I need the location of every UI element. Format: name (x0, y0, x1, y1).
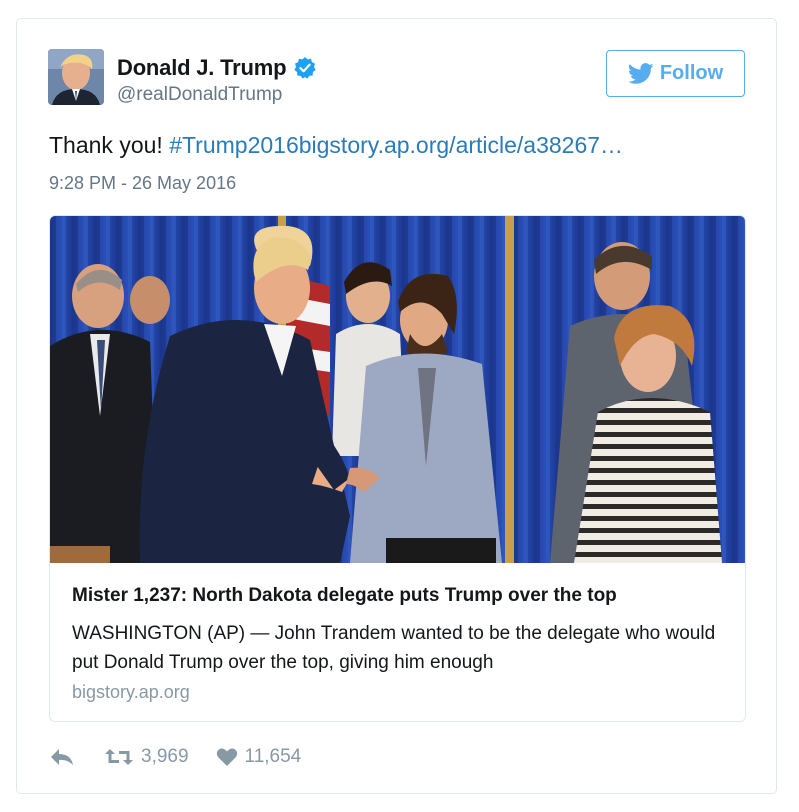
tweet-link[interactable]: #Trump2016bigstory.ap.org/article/a38267… (169, 132, 623, 158)
avatar[interactable] (48, 49, 104, 105)
card-domain[interactable]: bigstory.ap.org (72, 682, 190, 703)
card-image[interactable] (50, 216, 745, 563)
profile-photo-icon (48, 49, 104, 105)
user-info: Donald J. Trump @realDonaldTrump (117, 55, 317, 106)
like-button[interactable]: 11,654 (216, 746, 302, 768)
tweet-text: Thank you! #Trump2016bigstory.ap.org/art… (49, 132, 623, 159)
retweet-icon (105, 749, 133, 765)
twitter-bird-icon (627, 62, 654, 84)
follow-label: Follow (659, 62, 724, 84)
retweet-count: 3,969 (141, 746, 189, 767)
reply-button[interactable] (49, 747, 89, 767)
reply-icon (51, 749, 73, 765)
heart-icon (216, 748, 237, 766)
screen-name[interactable]: @realDonaldTrump (117, 84, 317, 106)
display-name[interactable]: Donald J. Trump (117, 55, 287, 81)
follow-button[interactable]: Follow (606, 50, 745, 97)
tweet-text-body: Thank you! (49, 132, 170, 158)
card-description: WASHINGTON (AP) — John Trandem wanted to… (72, 623, 716, 673)
like-count: 11,654 (244, 746, 302, 767)
link-preview-card[interactable]: Mister 1,237: North Dakota delegate puts… (49, 215, 746, 722)
card-title[interactable]: Mister 1,237: North Dakota delegate puts… (72, 585, 617, 607)
verified-badge-icon (293, 56, 317, 80)
tweet-card: Donald J. Trump @realDonaldTrump Follow … (16, 18, 777, 794)
photo-handshake-icon (50, 216, 745, 563)
tweet-actions: 3,969 11,654 (49, 746, 301, 768)
retweet-button[interactable]: 3,969 (104, 746, 189, 768)
timestamp[interactable]: 9:28 PM - 26 May 2016 (49, 173, 236, 194)
